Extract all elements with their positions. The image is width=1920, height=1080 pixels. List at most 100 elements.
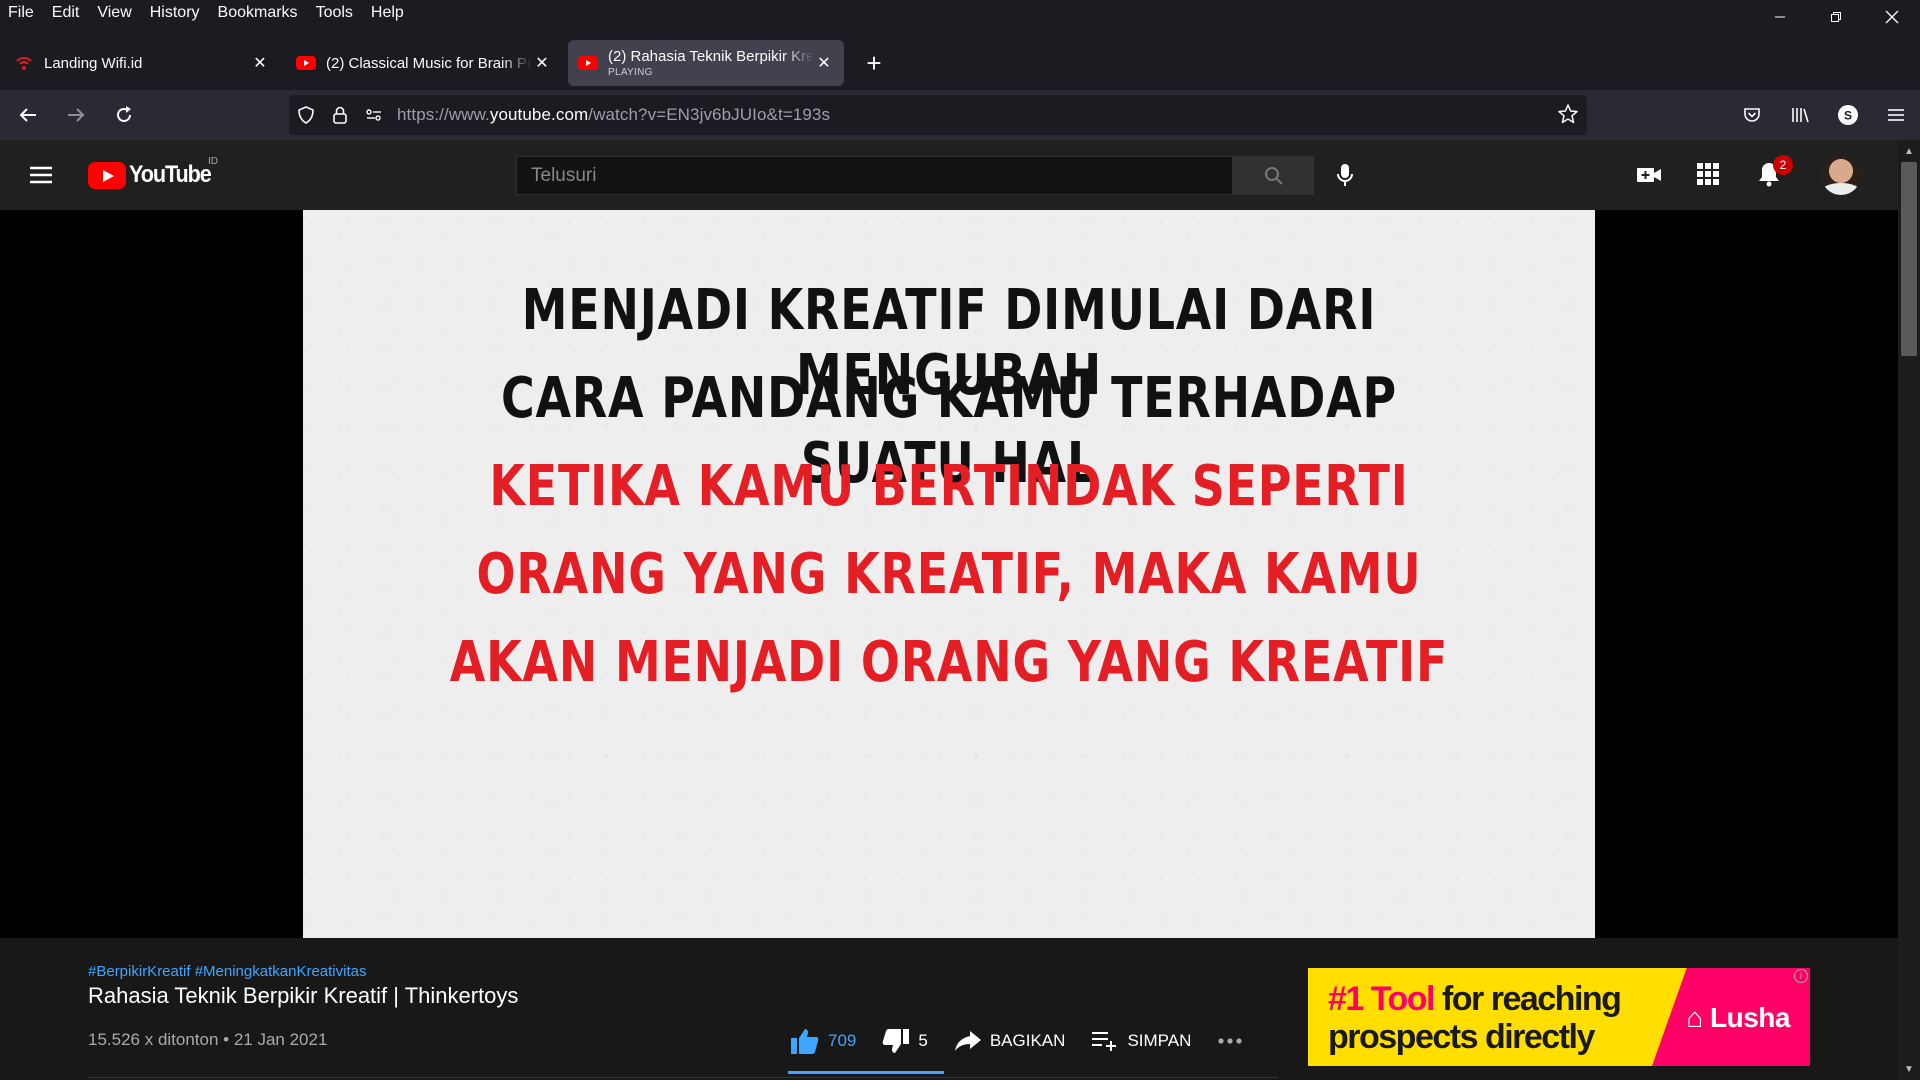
voice-search-button[interactable]: [1330, 160, 1360, 190]
notification-badge: 2: [1773, 155, 1793, 175]
search-box[interactable]: Telusuri: [516, 156, 1233, 195]
hamburger-menu-icon: [30, 166, 52, 184]
search-button[interactable]: [1233, 156, 1314, 195]
forward-button[interactable]: [56, 95, 96, 135]
youtube-wordmark: YouTube: [129, 161, 212, 188]
ad-brand-name: Lusha: [1710, 1002, 1790, 1033]
playlist-add-icon: [1091, 1030, 1119, 1052]
library-icon: [1792, 108, 1809, 123]
more-actions-button[interactable]: [1217, 1037, 1251, 1045]
new-tab-button[interactable]: +: [856, 45, 892, 81]
lusha-logo-icon: ⌂: [1686, 1002, 1711, 1033]
page-scrollbar[interactable]: ▲ ▼: [1898, 140, 1920, 1080]
ad-info-icon[interactable]: i: [1794, 969, 1808, 983]
ad-banner[interactable]: #1 Tool for reaching prospects directly …: [1308, 968, 1810, 1066]
tab-close-icon[interactable]: ✕: [250, 53, 270, 73]
menu-help[interactable]: Help: [363, 0, 414, 26]
more-dots-icon: [1217, 1037, 1243, 1045]
close-window-button[interactable]: [1864, 0, 1920, 34]
close-icon: [1885, 10, 1899, 24]
create-video-button[interactable]: [1636, 162, 1662, 193]
scrollbar-thumb[interactable]: [1901, 162, 1917, 356]
url-text[interactable]: https://www.youtube.com/watch?v=EN3jv6bJ…: [397, 105, 830, 125]
url-host: youtube.com: [489, 105, 589, 124]
save-label: SIMPAN: [1127, 1031, 1192, 1050]
navigation-toolbar: https://www.youtube.com/watch?v=EN3jv6bJ…: [0, 90, 1920, 140]
like-button[interactable]: 709: [790, 1027, 856, 1055]
youtube-header: YouTube ID Telusuri 2: [0, 140, 1898, 210]
video-hashtags[interactable]: #BerpikirKreatif #MeningkatkanKreativita…: [88, 963, 366, 980]
tab-rahasia-teknik[interactable]: (2) Rahasia Teknik Berpikir Kreatif PLAY…: [568, 40, 844, 86]
menu-bookmarks[interactable]: Bookmarks: [210, 0, 308, 26]
youtube-play-icon: [88, 161, 126, 189]
apps-grid-icon: [1697, 163, 1719, 185]
tab-title: Landing Wifi.id: [44, 54, 143, 72]
search-icon: [1264, 166, 1283, 185]
video-camera-plus-icon: [1637, 168, 1661, 182]
lock-icon[interactable]: [323, 95, 357, 135]
address-bar[interactable]: https://www.youtube.com/watch?v=EN3jv6bJ…: [289, 95, 1587, 135]
reload-button[interactable]: [104, 95, 144, 135]
youtube-logo[interactable]: YouTube: [88, 161, 220, 189]
minimize-button[interactable]: [1752, 0, 1808, 34]
share-button[interactable]: BAGIKAN: [954, 1029, 1066, 1053]
dislike-button[interactable]: 5: [882, 1028, 928, 1054]
back-button[interactable]: [8, 95, 48, 135]
video-frame[interactable]: MENJADI KREATIF DIMULAI DARI MENGUBAH CA…: [303, 210, 1595, 938]
tab-close-icon[interactable]: ✕: [532, 53, 552, 73]
tab-close-icon[interactable]: ✕: [814, 53, 834, 73]
tab-classical-music[interactable]: (2) Classical Music for Brain Power ✕: [286, 40, 562, 86]
pocket-icon: [1744, 108, 1760, 122]
video-actions: 709 5 BAGIKAN SIMPAN: [790, 1026, 1277, 1056]
library-button[interactable]: [1780, 95, 1820, 135]
ad-headline-highlight: #1 Tool: [1328, 980, 1436, 1018]
video-views-date: 15.526 x ditonton • 21 Jan 2021: [88, 1030, 328, 1049]
menu-edit[interactable]: Edit: [44, 0, 90, 26]
video-text-line: ORANG YANG KREATIF, MAKA KAMU: [476, 542, 1422, 607]
tab-title: (2) Classical Music for Brain Power: [326, 54, 532, 72]
ad-brand: ⌂ Lusha: [1686, 1002, 1790, 1034]
pocket-button[interactable]: [1732, 95, 1772, 135]
save-button[interactable]: SIMPAN: [1091, 1030, 1191, 1052]
tab-title: (2) Rahasia Teknik Berpikir Kreatif: [608, 48, 814, 65]
yt-guide-button[interactable]: [28, 162, 54, 188]
menu-history[interactable]: History: [142, 0, 210, 26]
divider: [88, 1077, 1278, 1078]
scroll-down-arrow-icon[interactable]: ▼: [1898, 1058, 1920, 1080]
scroll-up-arrow-icon[interactable]: ▲: [1898, 140, 1920, 162]
bookmark-star-icon[interactable]: [1557, 103, 1579, 130]
avatar[interactable]: [1821, 155, 1861, 195]
youtube-icon: [578, 53, 598, 73]
app-menu-button[interactable]: [1876, 95, 1916, 135]
tab-playing-label: PLAYING: [608, 67, 653, 78]
menu-bar: File Edit View History Bookmarks Tools H…: [0, 0, 1920, 26]
menu-view[interactable]: View: [89, 0, 141, 26]
account-button[interactable]: S: [1828, 95, 1868, 135]
reload-icon: [117, 106, 131, 122]
video-title: Rahasia Teknik Berpikir Kreatif | Thinke…: [88, 983, 519, 1008]
svg-text:S: S: [1844, 109, 1852, 123]
like-bar: [788, 1071, 944, 1074]
url-prefix: https://www.: [397, 105, 490, 124]
permissions-icon[interactable]: [357, 95, 391, 135]
search-input[interactable]: Telusuri: [517, 165, 1232, 187]
thumbs-up-icon: [790, 1027, 820, 1055]
microphone-icon: [1337, 164, 1353, 186]
video-text-line: KETIKA KAMU BERTINDAK SEPERTI: [489, 454, 1409, 519]
menu-file[interactable]: File: [0, 0, 44, 26]
forward-arrow-icon: [68, 108, 85, 122]
tab-landing-wifi[interactable]: Landing Wifi.id ✕: [4, 40, 280, 86]
youtube-apps-button[interactable]: [1696, 162, 1720, 191]
back-arrow-icon: [19, 108, 36, 122]
video-text-line: AKAN MENJADI ORANG YANG KREATIF: [449, 630, 1449, 695]
restore-button[interactable]: [1808, 0, 1864, 34]
tab-strip: Landing Wifi.id ✕ (2) Classical Music fo…: [0, 40, 1920, 86]
menu-tools[interactable]: Tools: [308, 0, 363, 26]
url-path: /watch?v=EN3jv6bJUIo&t=193s: [588, 105, 831, 124]
tracking-shield-icon[interactable]: [289, 95, 323, 135]
thumbs-down-icon: [882, 1028, 910, 1054]
share-label: BAGIKAN: [989, 1031, 1066, 1050]
account-icon: S: [1838, 105, 1858, 125]
share-arrow-icon: [954, 1029, 982, 1053]
wifi-icon: [14, 53, 34, 73]
